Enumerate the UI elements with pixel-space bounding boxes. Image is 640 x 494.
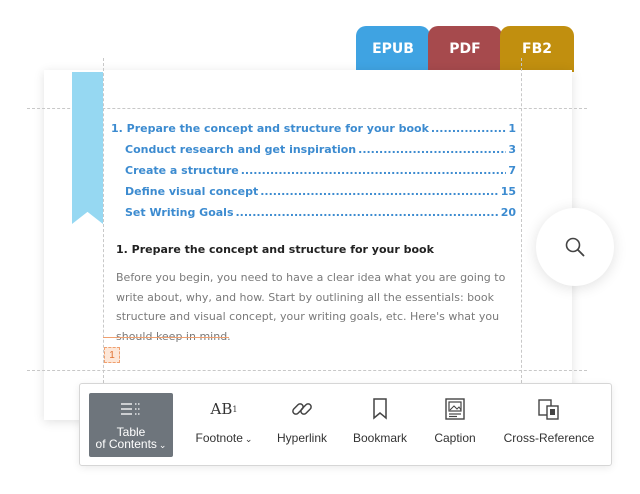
toc-entry-label: Set Writing Goals <box>125 206 234 219</box>
bookmark-button[interactable]: Bookmark <box>348 393 412 457</box>
footnote-label: Footnote <box>195 431 243 445</box>
section-heading: 1. Prepare the concept and structure for… <box>116 243 434 256</box>
toc-entry-page: 3 <box>508 143 516 156</box>
caption-label: Caption <box>434 431 476 445</box>
cross-reference-label: Cross-Reference <box>503 431 595 445</box>
tab-pdf[interactable]: PDF <box>428 26 502 72</box>
toc-entry-label: Conduct research and get inspiration <box>125 143 357 156</box>
toc-leader-dots <box>236 206 499 219</box>
bookmark-ribbon <box>72 72 103 224</box>
hyperlink-label: Hyperlink <box>276 431 327 445</box>
cross-reference-icon <box>537 395 561 423</box>
tab-fb2[interactable]: FB2 <box>500 26 574 72</box>
bookmark-label: Bookmark <box>352 431 408 445</box>
hyperlink-button[interactable]: Hyperlink <box>270 393 334 457</box>
table-of-contents: 1. Prepare the concept and structure for… <box>111 122 516 227</box>
toc-entry[interactable]: Define visual concept 15 <box>111 185 516 206</box>
tab-epub[interactable]: EPUB <box>356 26 430 72</box>
toc-icon <box>120 395 142 423</box>
toc-entry-page: 1 <box>508 122 516 135</box>
table-of-contents-button[interactable]: Table of Contents ⌄ <box>89 393 173 457</box>
format-tabs: EPUB PDF FB2 <box>356 26 574 72</box>
search-icon <box>565 237 585 257</box>
tab-fb2-label: FB2 <box>522 41 552 57</box>
tab-pdf-label: PDF <box>449 41 481 57</box>
toc-entry[interactable]: Create a structure 7 <box>111 164 516 185</box>
chevron-down-icon: ⌄ <box>158 440 167 450</box>
search-button[interactable] <box>536 208 614 286</box>
toc-leader-dots <box>358 143 506 156</box>
toc-button-label-line2: of Contents <box>95 437 157 451</box>
footnote-button[interactable]: AB 1 Footnote ⌄ <box>187 393 261 457</box>
footnote-icon-sup: 1 <box>232 404 238 414</box>
section-body: Before you begin, you need to have a cle… <box>116 271 506 343</box>
toc-entry-page: 15 <box>500 185 516 198</box>
toc-entry[interactable]: Conduct research and get inspiration 3 <box>111 143 516 164</box>
toc-entry-page: 7 <box>508 164 516 177</box>
margin-guide-right <box>521 58 522 388</box>
image-caption-icon <box>445 395 465 423</box>
tab-epub-label: EPUB <box>372 41 414 57</box>
toc-entry-label: Create a structure <box>125 164 239 177</box>
caption-button[interactable]: Caption <box>426 393 484 457</box>
footnote-icon-glyph: AB <box>210 400 233 418</box>
bookmark-icon <box>372 395 388 423</box>
chevron-down-icon: ⌄ <box>244 434 253 444</box>
toc-entry[interactable]: Set Writing Goals 20 <box>111 206 516 227</box>
toc-leader-dots <box>260 185 498 198</box>
footnote-icon: AB 1 <box>211 395 238 423</box>
margin-guide-top <box>27 108 587 109</box>
toc-entry-label: Define visual concept <box>125 185 259 198</box>
insert-toolbar: Table of Contents ⌄ AB 1 Footnote ⌄ Hyperli… <box>79 383 612 466</box>
footnote-separator <box>103 337 229 338</box>
cross-reference-button[interactable]: Cross-Reference <box>498 393 600 457</box>
toc-entry[interactable]: 1. Prepare the concept and structure for… <box>111 122 516 143</box>
toc-leader-dots <box>241 164 507 177</box>
footnote-marker[interactable]: 1 <box>104 347 120 363</box>
toc-leader-dots <box>431 122 506 135</box>
toc-entry-label: 1. Prepare the concept and structure for… <box>111 122 429 135</box>
margin-guide-left <box>103 58 104 388</box>
link-icon <box>290 395 314 423</box>
margin-guide-bottom <box>27 370 587 371</box>
toc-entry-page: 20 <box>500 206 516 219</box>
